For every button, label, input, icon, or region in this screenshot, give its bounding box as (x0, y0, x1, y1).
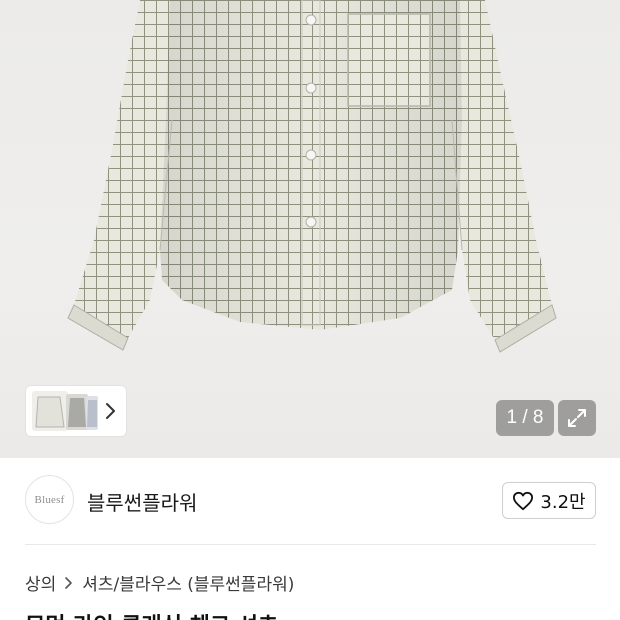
image-counter: 1 / 8 (496, 400, 554, 436)
like-button[interactable]: 3.2만 (502, 482, 596, 519)
brand-row: Bluesf 블루썬플라워 3.2만 (0, 470, 620, 532)
breadcrumb: 상의 셔츠/블라우스 (블루썬플라워) (25, 570, 294, 595)
chevron-right-icon (65, 576, 73, 589)
breadcrumb-level1[interactable]: 상의 (25, 570, 56, 595)
expand-button[interactable] (558, 400, 596, 436)
product-title: 모먼 라인 클래식 체크 셔츠 (25, 608, 278, 620)
breadcrumb-level2[interactable]: 셔츠/블라우스 (블루썬플라워) (82, 570, 294, 595)
chevron-right-icon[interactable] (104, 400, 118, 422)
brand-logo[interactable]: Bluesf (25, 475, 74, 524)
brand-name[interactable]: 블루썬플라워 (87, 487, 197, 516)
product-image-gallery[interactable]: 1 / 8 (0, 0, 620, 458)
heart-outline-icon (513, 491, 534, 510)
brand-logo-text: Bluesf (34, 493, 65, 506)
thumbnail-images[interactable] (30, 389, 100, 433)
divider (25, 544, 596, 545)
like-count: 3.2만 (540, 491, 586, 513)
thumbnail-strip[interactable] (25, 385, 127, 437)
expand-arrows-icon (568, 409, 586, 427)
